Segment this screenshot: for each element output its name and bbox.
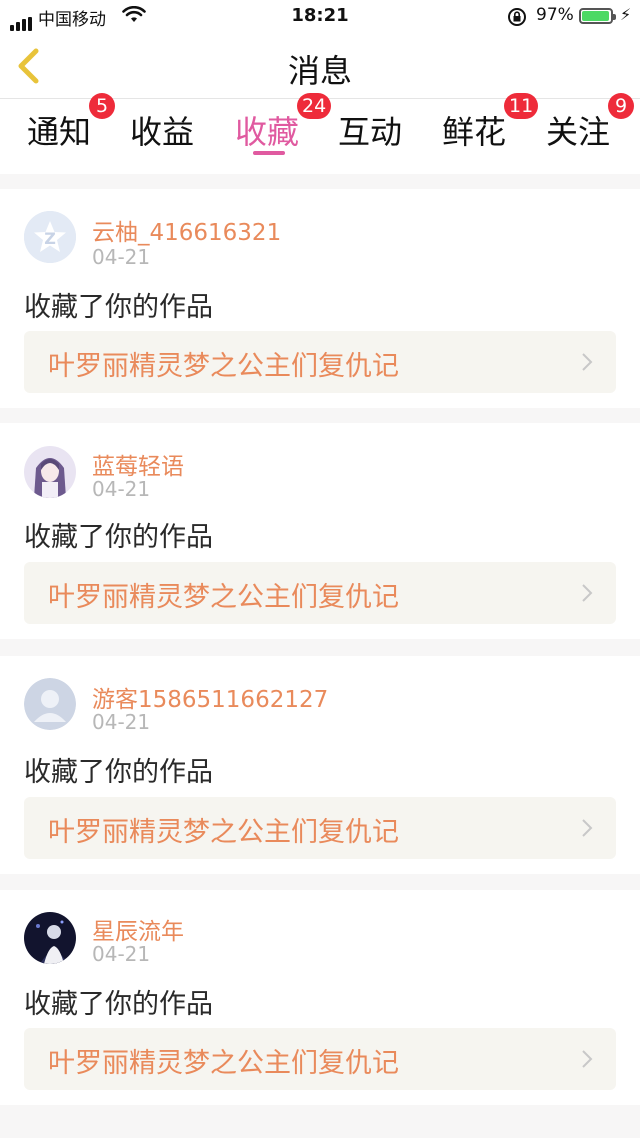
work-link[interactable]: 叶罗丽精灵梦之公主们复仇记 (24, 331, 616, 393)
action-text: 收藏了你的作品 (24, 292, 213, 323)
work-title: 叶罗丽精灵梦之公主们复仇记 (48, 351, 399, 382)
status-bar: 中国移动 18:21 97% ⚡ (0, 0, 640, 34)
message-card: Z 云柚_416616321 04-21 收藏了你的作品 叶罗丽精灵梦之公主们复… (0, 189, 640, 408)
chevron-right-icon (582, 353, 593, 371)
username[interactable]: 游客1586511662127 (92, 680, 328, 714)
work-link[interactable]: 叶罗丽精灵梦之公主们复仇记 (24, 562, 616, 624)
work-title: 叶罗丽精灵梦之公主们复仇记 (48, 582, 399, 613)
work-title: 叶罗丽精灵梦之公主们复仇记 (48, 1048, 399, 1079)
chevron-right-icon (582, 819, 593, 837)
message-date: 04-21 (92, 245, 151, 269)
tab-badge: 9 (608, 93, 634, 119)
page-title: 消息 (287, 52, 352, 90)
dark-photo-avatar-icon (24, 912, 76, 964)
tab-bar: 通知 5 收益 收藏 24 互动 鲜花 11 关注 9 (0, 93, 640, 174)
avatar[interactable] (24, 678, 76, 730)
action-text: 收藏了你的作品 (24, 522, 213, 553)
username[interactable]: 星辰流年 (92, 912, 184, 946)
default-star-avatar-icon: Z (24, 211, 76, 263)
chevron-right-icon (582, 584, 593, 602)
message-card: 蓝莓轻语 04-21 收藏了你的作品 叶罗丽精灵梦之公主们复仇记 (0, 423, 640, 639)
action-text: 收藏了你的作品 (24, 989, 213, 1020)
avatar[interactable] (24, 912, 76, 964)
anime-girl-avatar-icon (24, 446, 76, 498)
action-text: 收藏了你的作品 (24, 757, 213, 788)
battery-icon (579, 8, 616, 24)
username[interactable]: 云柚_416616321 (92, 213, 281, 247)
username[interactable]: 蓝莓轻语 (92, 447, 184, 481)
battery-percent: 97% (536, 5, 574, 25)
tab-badge: 24 (297, 93, 332, 119)
work-link[interactable]: 叶罗丽精灵梦之公主们复仇记 (24, 797, 616, 859)
work-link[interactable]: 叶罗丽精灵梦之公主们复仇记 (24, 1028, 616, 1090)
active-tab-indicator (253, 151, 285, 155)
tab-label: 收藏 (235, 113, 300, 151)
work-title: 叶罗丽精灵梦之公主们复仇记 (48, 817, 399, 848)
tab-badge: 11 (504, 93, 539, 119)
tab-label: 收益 (130, 113, 195, 151)
tab-badge: 5 (89, 93, 115, 119)
svg-text:Z: Z (44, 229, 56, 248)
message-date: 04-21 (92, 942, 151, 966)
tab-label: 关注 (546, 113, 611, 151)
message-card: 游客1586511662127 04-21 收藏了你的作品 叶罗丽精灵梦之公主们… (0, 656, 640, 874)
tab-label: 互动 (338, 113, 403, 151)
tab-label: 通知 (27, 113, 92, 151)
message-date: 04-21 (92, 477, 151, 501)
guest-avatar-icon (24, 678, 76, 730)
message-date: 04-21 (92, 710, 151, 734)
avatar[interactable]: Z (24, 211, 76, 263)
nav-bar: 消息 (0, 34, 640, 98)
message-card: 星辰流年 04-21 收藏了你的作品 叶罗丽精灵梦之公主们复仇记 (0, 890, 640, 1105)
avatar[interactable] (24, 446, 76, 498)
tab-label: 鲜花 (442, 113, 507, 151)
charging-icon: ⚡ (620, 5, 632, 24)
rotation-lock-icon (508, 8, 526, 26)
chevron-right-icon (582, 1050, 593, 1068)
